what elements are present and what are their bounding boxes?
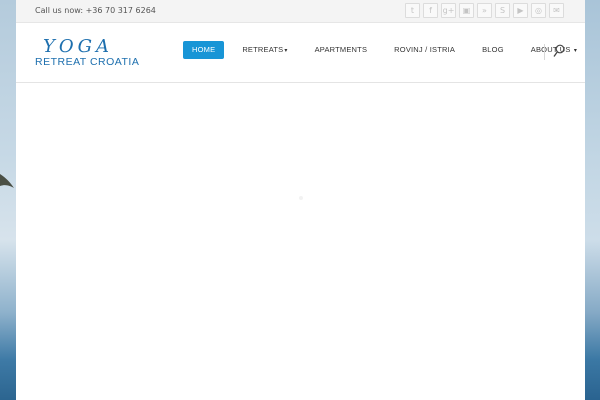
chevron-down-icon: ▾ [573,48,578,54]
site-logo[interactable]: YOGA RETREAT CROATIA [33,36,139,71]
nav-divider [544,44,545,60]
nav-retreats-label: RETREATS [242,45,284,54]
youtube-icon[interactable]: ▶ [513,3,528,18]
background-right [584,0,600,400]
dribbble-icon[interactable]: ◎ [531,3,546,18]
logo-retreat-croatia: RETREAT CROATIA [35,56,140,68]
nav-blog[interactable]: BLOG [473,41,513,59]
skype-icon[interactable]: S [495,3,510,18]
page-container: Call us now: +36 70 317 6264 t f g+ ▣» S ▶ ◎ ✉ … [16,0,585,400]
nav-rovinj-istria[interactable]: ROVINJ / ISTRIA [385,41,464,59]
twitter-icon[interactable]: t [405,3,420,18]
loading-indicator [299,196,303,200]
nav-retreats[interactable]: RETREATS▾ [233,41,296,59]
topbar: Call us now: +36 70 317 6264 t f g+ ▣» S ▶ ◎ ✉ [16,0,585,23]
rss-icon[interactable]: » [477,3,492,18]
bird-icon [0,174,14,188]
googleplus-icon[interactable]: g+ [441,3,456,18]
chevron-down-icon: ▾ [284,48,288,54]
nav-home[interactable]: HOME [183,41,225,59]
search-icon[interactable] [553,44,565,58]
nav-blog-label: BLOG [482,45,504,54]
nav-apartments-label: APARTMENTS [314,45,368,54]
social-links: t f g+ ▣» S ▶ ◎ ✉ [405,3,564,18]
flickr-icon[interactable]: ▣ [459,3,474,18]
main-content [16,84,585,400]
email-icon[interactable]: ✉ [549,3,564,18]
nav-rovinj-label: ROVINJ / ISTRIA [394,45,456,54]
facebook-icon[interactable]: f [423,3,438,18]
nav-apartments[interactable]: APARTMENTS [306,41,377,59]
logo-yoga: YOGA [43,36,114,57]
call-us-text: Call us now: +36 70 317 6264 [35,6,156,15]
nav-home-label: HOME [192,45,216,54]
background-left [0,0,16,400]
header: YOGA RETREAT CROATIA HOME RETREATS▾ APAR… [16,23,585,83]
main-nav: HOME RETREATS▾ APARTMENTS ROVINJ / ISTRI… [183,41,595,59]
